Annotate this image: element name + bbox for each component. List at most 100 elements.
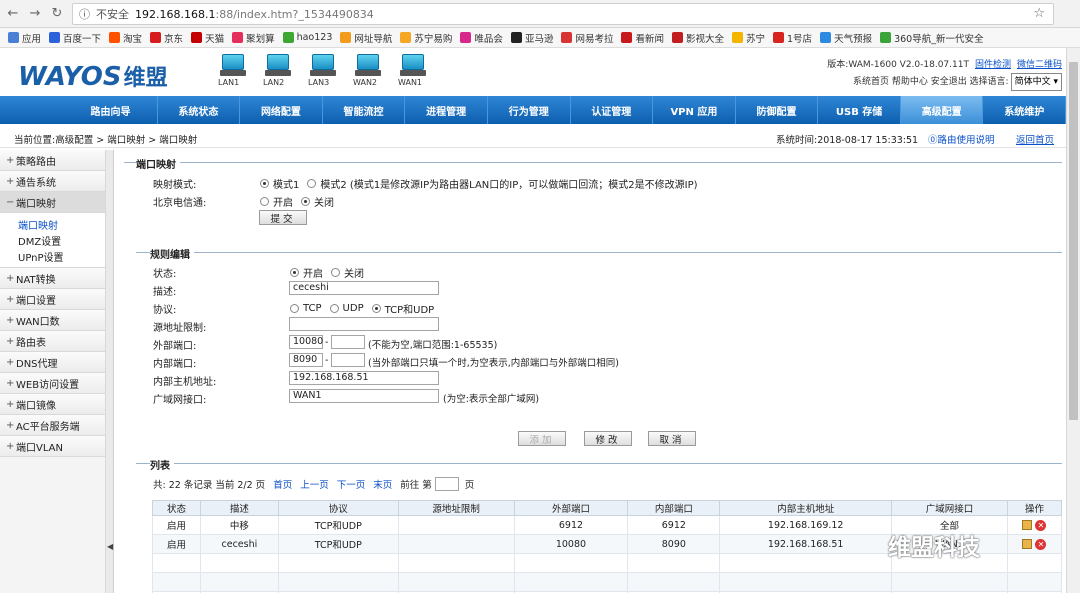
collapse-arrow-icon[interactable]: ◀ [107, 542, 113, 551]
int-port-to-input[interactable] [331, 353, 365, 367]
bookmark-item[interactable]: 看新闻 [621, 31, 664, 45]
menu-item[interactable]: 防御配置 [736, 96, 819, 124]
sidebar-group[interactable]: + 路由表 [0, 331, 105, 352]
submit-button[interactable]: 提交 [259, 210, 307, 225]
edit-icon[interactable] [1022, 520, 1033, 530]
bookmark-item[interactable]: 京东 [150, 31, 183, 45]
help-link[interactable]: ⓪路由使用说明 [928, 132, 995, 146]
sidebar-group[interactable]: + WAN口数 [0, 310, 105, 331]
port-lan3: LAN3 [308, 54, 338, 87]
bookmark-item[interactable]: 网址导航 [340, 31, 392, 45]
telecom-off-radio[interactable]: 关闭 [301, 194, 334, 209]
bookmark-item[interactable]: 1号店 [773, 31, 812, 45]
delete-icon[interactable]: ✕ [1035, 519, 1047, 531]
reload-icon[interactable]: ↻ [48, 5, 66, 23]
wan-input[interactable]: WAN1 [289, 389, 439, 403]
menu-item[interactable]: 系统状态 [158, 96, 241, 124]
ext-port-to-input[interactable] [331, 335, 365, 349]
menu-item[interactable]: VPN 应用 [653, 96, 736, 124]
prev-page-link[interactable]: 上一页 [300, 477, 329, 491]
proto-udp-radio[interactable]: UDP [329, 303, 364, 314]
proto-tcp-radio[interactable]: TCP [290, 303, 322, 314]
sidebar-group[interactable]: + DNS代理 [0, 352, 105, 373]
proto-both-radio[interactable]: TCP和UDP [371, 301, 434, 316]
host-input[interactable]: 192.168.168.51 [289, 371, 439, 385]
scrollbar-thumb[interactable] [1069, 62, 1078, 420]
sidebar-sub-item[interactable]: UPnP设置 [0, 248, 105, 264]
bookmark-item[interactable]: 唯品会 [460, 31, 503, 45]
mode2-radio[interactable]: 模式2 (模式1是修改源IP为路由器LAN口的IP，可以做端口回流；模式2是不修… [307, 176, 698, 191]
watermark: 维盟科技 [888, 535, 980, 561]
bookmark-item[interactable]: 影视大全 [671, 31, 724, 45]
column-header: 源地址限制 [397, 500, 515, 516]
edit-icon[interactable] [1022, 539, 1033, 549]
menu-item[interactable]: 路由向导 [0, 96, 158, 124]
menu-item[interactable]: 网络配置 [240, 96, 323, 124]
status-off-radio[interactable]: 关闭 [331, 265, 364, 280]
add-button[interactable]: 添加 [518, 431, 566, 446]
bookmark-item[interactable]: hao123 [282, 32, 332, 43]
insecure-icon[interactable]: ⓘ [79, 6, 90, 22]
menu-item[interactable]: 进程管理 [405, 96, 488, 124]
back-icon[interactable]: ← [4, 5, 22, 23]
bookmark-item[interactable]: 亚马逊 [510, 31, 553, 45]
ext-port-from-input[interactable]: 10080 [289, 335, 323, 349]
bookmark-item[interactable]: 百度一下 [49, 31, 101, 45]
bookmark-item[interactable]: 苏宁 [732, 31, 765, 45]
home-link[interactable]: 返回首页 [1016, 132, 1054, 146]
sidebar-group[interactable]: + 端口VLAN [0, 436, 105, 457]
menu-item[interactable]: 系统维护 [983, 96, 1067, 124]
desc-input[interactable]: ceceshi [289, 281, 439, 295]
goto-page-input[interactable] [434, 477, 459, 491]
src-limit-input[interactable] [289, 317, 439, 331]
address-bar[interactable]: ⓘ 不安全 192.168.168.1 :88/index.htm?_15344… [72, 3, 1054, 25]
bookmark-item[interactable]: 应用 [8, 31, 41, 45]
sidebar-group[interactable]: + 端口镜像 [0, 394, 105, 415]
wayos-logo[interactable]: WAYOS维盟 [18, 60, 168, 92]
bookmark-item[interactable]: 聚划算 [232, 31, 275, 45]
sidebar-group[interactable]: + 通告系统 [0, 171, 105, 192]
sidebar-group[interactable]: + WEB访问设置 [0, 373, 105, 394]
menu-item[interactable]: 高级配置 [900, 96, 984, 124]
modify-button[interactable]: 修改 [584, 431, 632, 446]
menu-item[interactable]: 智能流控 [323, 96, 406, 124]
column-header: 操作 [1006, 500, 1063, 516]
bookmark-item[interactable]: 网易考拉 [561, 31, 613, 45]
menu-item[interactable]: USB 存储 [818, 96, 901, 124]
header-links[interactable]: 系统首页 帮助中心 安全退出 选择语言: [853, 77, 1009, 87]
bookmark-item[interactable]: 淘宝 [109, 31, 142, 45]
delete-icon[interactable]: ✕ [1035, 538, 1047, 550]
last-page-link[interactable]: 末页 [373, 477, 392, 491]
sidebar-group[interactable]: + NAT转换 [0, 268, 105, 289]
port-wan1: WAN1 [398, 54, 428, 87]
sidebar-splitter[interactable]: ◀ [106, 150, 114, 593]
status-on-radio[interactable]: 开启 [290, 265, 323, 280]
sidebar-sub-item[interactable]: 端口映射 [0, 216, 105, 232]
bookmark-item[interactable]: 天气预报 [820, 31, 872, 45]
sidebar-group[interactable]: − 端口映射 [0, 192, 105, 213]
cancel-button[interactable]: 取消 [648, 431, 696, 446]
menu-item[interactable]: 认证管理 [571, 96, 654, 124]
sidebar-group[interactable]: + 端口设置 [0, 289, 105, 310]
router-header: WAYOS维盟 LAN1 LAN2 LAN3 WAN2 WAN1 版本:WAM-1600… [0, 48, 1066, 96]
page-scrollbar[interactable] [1066, 48, 1080, 593]
telecom-on-radio[interactable]: 开启 [260, 194, 293, 209]
firmware-check-link[interactable]: 固件检测 [975, 60, 1011, 70]
first-page-link[interactable]: 首页 [273, 477, 292, 491]
sidebar-group[interactable]: + AC平台服务端 [0, 415, 105, 436]
menu-item[interactable]: 行为管理 [488, 96, 571, 124]
url-rest: :88/index.htm?_1534490834 [215, 7, 374, 21]
int-port-from-input[interactable]: 8090 [289, 353, 323, 367]
sidebar-group[interactable]: + 策略路由 [0, 150, 105, 171]
bookmark-star-icon[interactable]: ☆ [1033, 6, 1045, 21]
bookmark-item[interactable]: 苏宁易购 [400, 31, 452, 45]
language-select[interactable]: 简体中文 ▾ [1010, 73, 1062, 91]
column-header: 内部端口 [627, 500, 721, 516]
wechat-qr-link[interactable]: 微信二维码 [1017, 60, 1062, 70]
next-page-link[interactable]: 下一页 [337, 477, 366, 491]
mode1-radio[interactable]: 模式1 [260, 176, 299, 191]
bookmark-item[interactable]: 天猫 [191, 31, 224, 45]
forward-icon[interactable]: → [26, 5, 44, 23]
bookmark-item[interactable]: 360导航_新一代安全 [880, 31, 983, 45]
sidebar-sub-item[interactable]: DMZ设置 [0, 232, 105, 248]
